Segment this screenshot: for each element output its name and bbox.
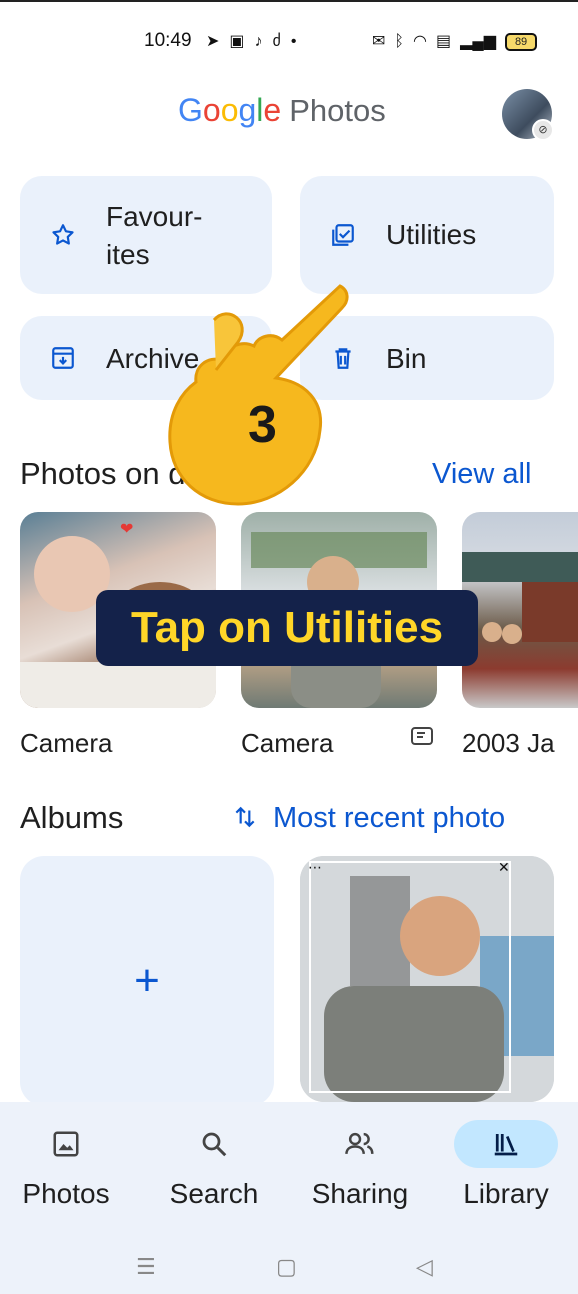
telegram-icon: ➤ [206,33,220,50]
backup-off-icon: ⊘ [532,119,554,141]
photo-icon [53,1131,79,1157]
folder-label: Camera [241,728,334,754]
nav-library[interactable]: Library [446,1120,566,1210]
nav-search[interactable]: Search [154,1120,274,1210]
archive-icon [52,347,74,369]
folder-thumbnail[interactable] [462,512,578,708]
nav-label: Search [169,1178,259,1209]
sort-by-link[interactable]: Most recent photo [273,802,505,835]
tile-label: Bin [386,343,427,374]
wifi-icon: ◠ [413,33,427,50]
dot-icon: • [290,33,297,50]
nav-label: Library [463,1178,549,1209]
system-home-button[interactable]: ▢ [276,1254,297,1280]
message-icon: ▣ [229,33,245,50]
brand-letter: o [220,92,239,128]
status-bar: 10:49 ➤ ▣ ♪ ძ • ✉ ᛒ ◠ ▤ ▂▄▆ 89 [0,0,578,80]
account-avatar[interactable]: ⊘ [502,89,554,141]
brand-letter: o [202,92,221,128]
nav-pill-active [454,1120,558,1168]
nav-pill [14,1120,118,1168]
tiktok-icon: ♪ [254,33,263,50]
nav-pill [162,1120,266,1168]
status-time: 10:49 [144,30,192,51]
tile-favourites[interactable]: Favour- ites [20,176,272,294]
add-icon: + [134,956,160,1005]
sort-icon[interactable] [232,804,258,830]
not-backed-up-icon [411,727,433,745]
tile-label: Utilities [386,219,477,250]
app-title: Google Photos [178,92,386,129]
status-right-icons: ✉ ᛒ ◠ ▤ ▂▄▆ 89 [372,32,538,52]
folder-label: 2003 Ja [462,728,555,754]
brand-letter: e [263,92,282,128]
create-album-button[interactable]: + [20,856,274,1106]
albums-title: Albums [20,800,124,835]
brand-letter: G [178,92,203,128]
volte-icon: ▤ [435,33,452,50]
sharing-icon [345,1132,374,1154]
vibrate-icon: ✉ [372,33,386,50]
search-icon [202,1132,227,1157]
nav-label: Photos [22,1178,110,1209]
tiktok-alt-icon: ძ [272,33,281,50]
album-thumbnail[interactable]: ⋯ ✕ [300,856,554,1102]
brand-letter: g [238,92,257,128]
tutorial-caption: Tap on Utilities [96,590,478,666]
folder-photo [462,552,578,644]
star-icon [52,224,74,245]
svg-text:❤: ❤ [120,521,133,538]
tutorial-caption-text: Tap on Utilities [130,603,444,652]
brand-letter: l [256,92,264,128]
system-menu-button[interactable]: ☰ [136,1254,156,1280]
status-left-icons: ➤ ▣ ♪ ძ • [206,32,297,52]
utilities-icon [332,224,354,246]
tile-utilities[interactable]: Utilities [300,176,554,294]
product-name: Photos [289,93,386,128]
album-photo: ⋯ ✕ [300,856,554,1102]
system-back-button[interactable]: ◁ [416,1254,433,1280]
nav-sharing[interactable]: Sharing [300,1120,420,1210]
nav-photos[interactable]: Photos [6,1120,126,1210]
nav-pill [308,1120,412,1168]
folder-label: Camera [20,728,113,754]
signal-icon: ▂▄▆ [460,33,497,50]
pointing-hand-icon: 3 [168,284,349,506]
bluetooth-icon: ᛒ [394,33,405,50]
view-all-link[interactable]: View all [432,458,531,491]
svg-text:✕: ✕ [498,859,510,875]
tile-label: Favour- ites [106,201,203,270]
svg-text:⋯: ⋯ [308,859,322,875]
battery-icon: 89 [505,33,538,51]
library-icon [494,1134,518,1156]
nav-label: Sharing [311,1178,409,1209]
step-number: 3 [248,396,277,454]
